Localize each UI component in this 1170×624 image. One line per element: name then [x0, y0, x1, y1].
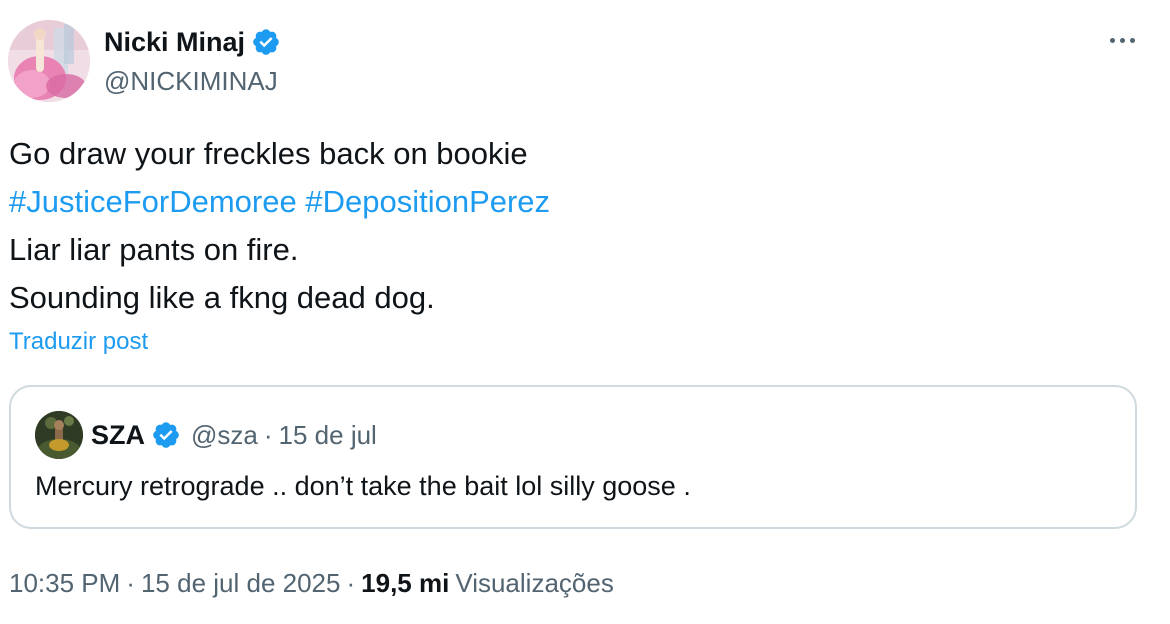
- profile-photo-icon: [8, 20, 90, 102]
- separator-dot: ·: [263, 419, 273, 450]
- quoted-author-avatar[interactable]: [35, 411, 83, 459]
- views-label: Visualizações: [455, 568, 614, 598]
- separator-dot: ·: [126, 568, 135, 598]
- post-time[interactable]: 10:35 PM: [9, 568, 120, 599]
- post-line: Sounding like a fkng dead dog.: [9, 280, 435, 315]
- verified-badge-icon: [253, 29, 279, 55]
- more-options-dot: [1119, 37, 1125, 43]
- quoted-author-handle[interactable]: @sza: [191, 420, 258, 451]
- hashtag-line: #JusticeForDemoree #DepositionPerez: [9, 178, 550, 226]
- more-options-icon: [1109, 37, 1115, 43]
- post-line: Liar liar pants on fire.: [9, 232, 299, 267]
- quoted-post-date[interactable]: 15 de jul: [279, 420, 377, 451]
- quoted-author-name[interactable]: SZA: [91, 420, 145, 451]
- author-avatar[interactable]: [8, 20, 90, 102]
- author-name-row: Nicki Minaj: [104, 24, 281, 60]
- more-options-dot: [1129, 37, 1135, 43]
- more-options-button[interactable]: [1100, 22, 1144, 58]
- translate-post-link[interactable]: Traduzir post: [9, 328, 148, 356]
- author-handle[interactable]: @NICKIMINAJ: [104, 66, 278, 97]
- author-display-name[interactable]: Nicki Minaj: [104, 27, 245, 58]
- views-count: 19,5 mi: [361, 568, 450, 598]
- hashtag-link[interactable]: #DepositionPerez: [305, 184, 550, 219]
- post-meta: 10:35 PM · 15 de jul de 2025 · 19,5 mi V…: [9, 568, 614, 599]
- post-line: Go draw your freckles back on bookie: [9, 136, 528, 171]
- post-card: Nicki Minaj @NICKIMINAJ Go draw your fre…: [0, 0, 1170, 624]
- profile-photo-icon: [35, 411, 83, 459]
- quoted-post-header: SZA @sza · 15 de jul: [91, 417, 377, 453]
- verified-badge-icon: [153, 422, 179, 448]
- quoted-post-text: Mercury retrograde .. don’t take the bai…: [35, 471, 691, 501]
- post-text: Go draw your freckles back on bookie #Ju…: [9, 130, 550, 322]
- quoted-post[interactable]: SZA @sza · 15 de jul Mercury retrograde …: [9, 385, 1137, 529]
- hashtag-link[interactable]: #JusticeForDemoree: [9, 184, 297, 219]
- separator-dot: ·: [346, 568, 356, 598]
- post-date[interactable]: 15 de jul de 2025: [141, 568, 341, 599]
